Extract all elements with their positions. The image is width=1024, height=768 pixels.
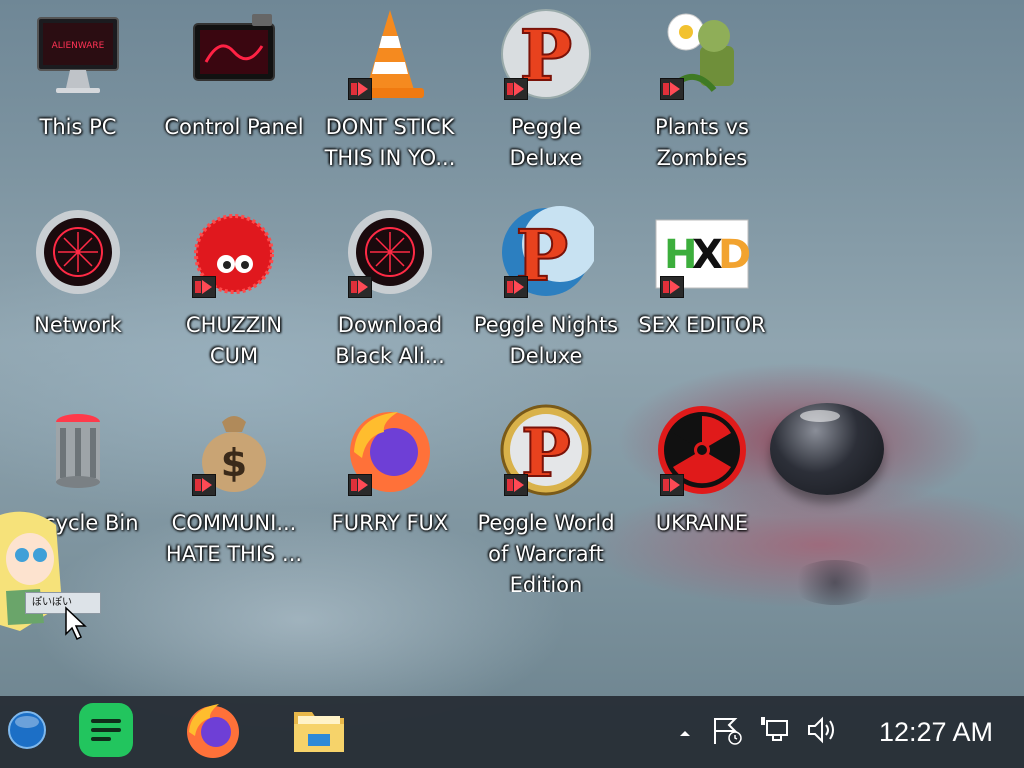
chuzzle-icon	[186, 204, 282, 300]
volume-button[interactable]	[802, 696, 842, 768]
desktop-icon-network[interactable]: Network	[0, 198, 156, 394]
action-center-button[interactable]	[706, 696, 746, 768]
desktop-icon-label: Network	[34, 313, 122, 337]
vlc-cone-icon	[342, 6, 438, 102]
shortcut-arrow-icon	[660, 78, 684, 100]
desktop-icon-label: Peggle World of Warcraft Edition	[477, 511, 615, 592]
start-orb-icon	[7, 710, 47, 754]
monitor-icon: ALIENWARE	[30, 6, 126, 102]
recycle-bin-icon	[30, 402, 126, 498]
desktop-icon-label: Peggle Nights Deluxe	[473, 313, 619, 368]
firefox-taskbar-icon	[183, 700, 243, 764]
shortcut-arrow-icon	[192, 474, 216, 496]
desktop-icon-label: SEX EDITOR	[638, 313, 766, 337]
desktop-icon-dont-stick[interactable]: DONT STICK THIS IN YO...	[312, 0, 468, 196]
taskbar-speechify-button[interactable]	[70, 696, 142, 768]
desktop-icon-peggle-wow[interactable]: P Peggle World of Warcraft Edition	[468, 396, 624, 592]
wallpaper-drop-reflection	[790, 560, 880, 605]
desktop-icon-chuzzin-cum[interactable]: CHUZZIN CUM	[156, 198, 312, 394]
desktop-icon-download-black-ali[interactable]: Download Black Ali...	[312, 198, 468, 394]
shortcut-arrow-icon	[192, 276, 216, 298]
network-tray-button[interactable]	[756, 696, 792, 768]
peggle-nights-icon: P	[498, 204, 598, 300]
taskbar-file-explorer-button[interactable]	[282, 696, 356, 768]
chevron-up-icon	[678, 723, 692, 742]
wallpaper-drop-highlight	[800, 410, 840, 422]
svg-text:ALIENWARE: ALIENWARE	[52, 41, 105, 51]
shortcut-arrow-icon	[504, 474, 528, 496]
control-panel-icon	[186, 6, 282, 102]
plants-vs-zombies-icon	[654, 6, 750, 102]
money-bag-icon: $	[186, 402, 282, 498]
cartoon-girl-sticker[interactable]	[0, 505, 62, 635]
peggle-icon: P	[498, 6, 594, 102]
network-icon	[759, 715, 789, 749]
svg-text:P: P	[521, 414, 571, 492]
desktop-icon-peggle-nights[interactable]: P Peggle Nights Deluxe	[468, 198, 624, 394]
desktop-icon-label: UKRAINE	[655, 511, 749, 535]
peggle-wow-icon: P	[498, 402, 594, 498]
svg-text:D: D	[718, 232, 750, 278]
file-explorer-icon	[288, 700, 350, 764]
hxd-icon: H X D	[654, 204, 751, 300]
desktop-icon-peggle-deluxe[interactable]: P Peggle Deluxe	[468, 0, 624, 196]
desktop-icon-furry-fux[interactable]: FURRY FUX	[312, 396, 468, 592]
taskbar-firefox-button[interactable]	[176, 696, 250, 768]
start-button[interactable]	[0, 696, 54, 768]
radiation-icon	[654, 402, 750, 498]
desktop-icon-label: Download Black Ali...	[335, 313, 445, 368]
shortcut-arrow-icon	[660, 474, 684, 496]
flag-clock-icon	[709, 714, 743, 750]
desktop-icon-label: CHUZZIN CUM	[185, 313, 283, 368]
shortcut-arrow-icon	[504, 78, 528, 100]
desktop-icon-label: Control Panel	[164, 115, 304, 139]
network-orb-icon	[30, 204, 126, 300]
desktop-icon-control-panel[interactable]: Control Panel	[156, 0, 312, 196]
mouse-pointer-icon	[64, 606, 90, 642]
desktop-icon-communi[interactable]: $ COMMUNI... HATE THIS ...	[156, 396, 312, 592]
desktop-icon-label: DONT STICK THIS IN YO...	[324, 115, 456, 170]
firefox-icon	[342, 402, 438, 498]
show-hidden-icons-button[interactable]	[674, 696, 696, 768]
shortcut-arrow-icon	[348, 78, 372, 100]
alienware-orb-icon	[342, 204, 438, 300]
desktop-icon-label: Plants vs Zombies	[655, 115, 749, 170]
desktop-icon-this-pc[interactable]: ALIENWARE This PC	[0, 0, 156, 196]
taskbar: 12:27 AM	[0, 696, 1024, 768]
desktop-icon-ukraine[interactable]: UKRAINE	[624, 396, 780, 592]
shortcut-arrow-icon	[348, 276, 372, 298]
desktop-icon-label: COMMUNI... HATE THIS ...	[165, 511, 303, 566]
shortcut-arrow-icon	[660, 276, 684, 298]
shortcut-arrow-icon	[348, 474, 372, 496]
desktop-icon-sex-editor[interactable]: H X D SEX EDITOR	[624, 198, 780, 394]
desktop-icon-label: FURRY FUX	[331, 511, 449, 535]
shortcut-arrow-icon	[504, 276, 528, 298]
desktop-icon-label: Peggle Deluxe	[509, 115, 583, 170]
desktop-icon-plants-vs-zombies[interactable]: Plants vs Zombies	[624, 0, 780, 196]
speaker-icon	[805, 715, 839, 749]
speechify-app-icon	[75, 699, 137, 765]
desktop-icon-label: This PC	[39, 115, 117, 139]
taskbar-clock[interactable]: 12:27 AM	[866, 696, 1006, 768]
svg-text:$: $	[221, 441, 247, 485]
